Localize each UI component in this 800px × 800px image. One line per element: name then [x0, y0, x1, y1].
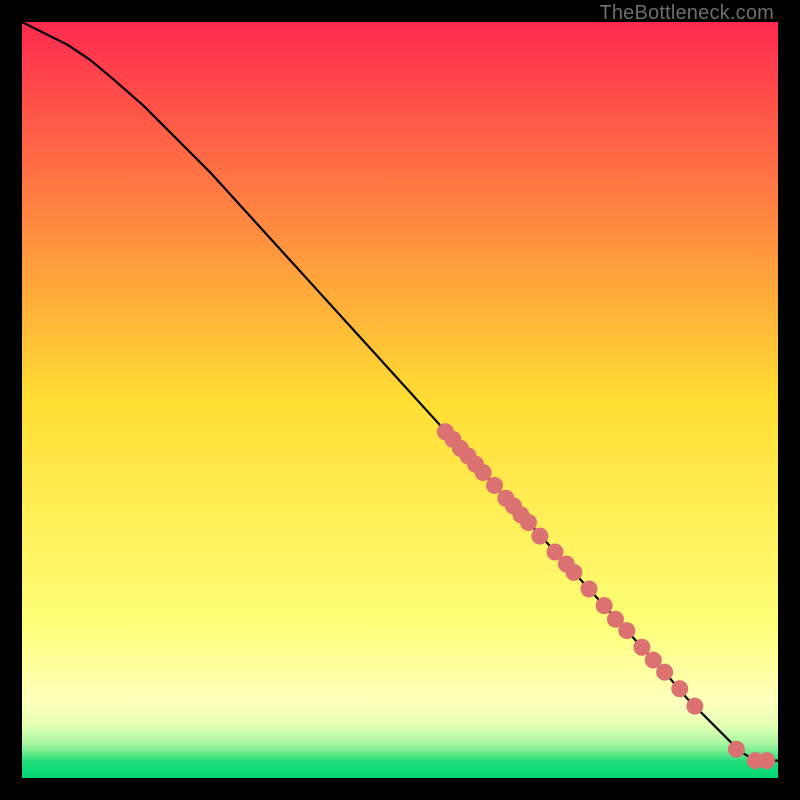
data-point — [596, 597, 613, 614]
data-point — [758, 752, 775, 769]
bottleneck-chart — [22, 22, 778, 778]
chart-frame — [22, 22, 778, 778]
data-point — [633, 639, 650, 656]
data-point — [520, 514, 537, 531]
data-point — [531, 528, 548, 545]
data-point — [686, 698, 703, 715]
data-point — [728, 741, 745, 758]
data-point — [581, 581, 598, 598]
data-point — [486, 477, 503, 494]
data-point — [475, 464, 492, 481]
data-point — [656, 664, 673, 681]
watermark-text: TheBottleneck.com — [599, 2, 774, 25]
data-point — [565, 564, 582, 581]
data-point — [618, 622, 635, 639]
data-point — [671, 680, 688, 697]
